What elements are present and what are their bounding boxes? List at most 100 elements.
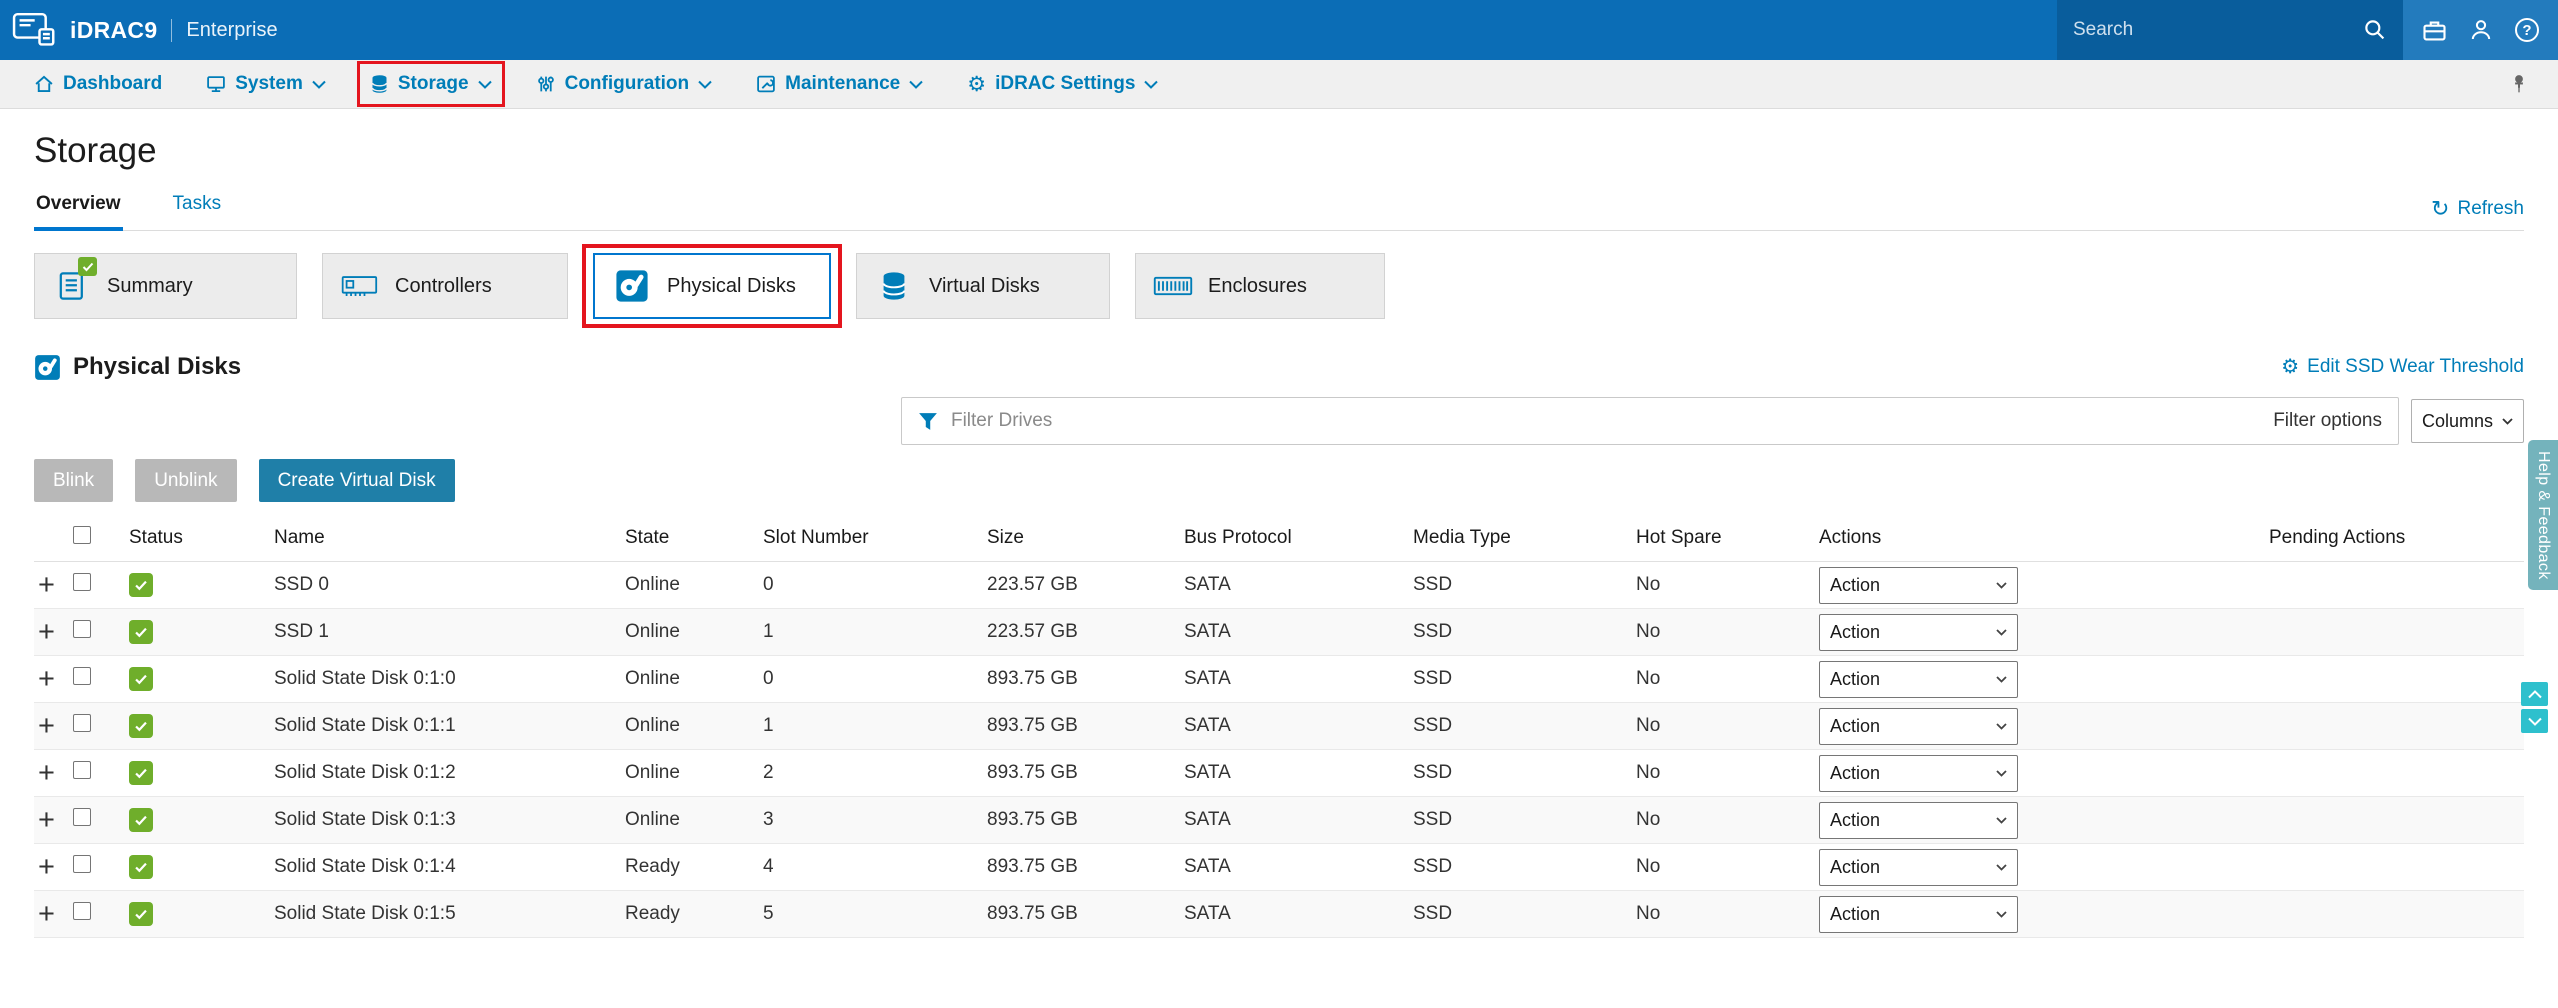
enclosure-icon — [1153, 274, 1193, 298]
filter-drives-input[interactable] — [950, 410, 2261, 432]
tab-tasks[interactable]: Tasks — [171, 187, 224, 230]
disk-media-type: SSD — [1413, 668, 1453, 689]
nav-system[interactable]: System — [206, 73, 326, 95]
action-select[interactable]: Action — [1819, 754, 2018, 792]
table-row: + Solid State Disk 0:1:2 Online 2 893.75… — [34, 750, 2524, 797]
scroll-up-button[interactable] — [2521, 682, 2548, 706]
scroll-down-button[interactable] — [2521, 709, 2548, 733]
chevron-down-icon — [1996, 722, 2007, 730]
disk-hot-spare: No — [1636, 762, 1661, 783]
row-checkbox[interactable] — [73, 573, 91, 591]
expand-row-button[interactable]: + — [34, 569, 59, 601]
card-label: Summary — [107, 274, 193, 297]
pin-icon[interactable] — [2510, 74, 2528, 94]
tab-overview[interactable]: Overview — [34, 187, 123, 231]
nav-configuration[interactable]: Configuration — [536, 73, 713, 95]
disk-slot-number: 0 — [763, 668, 774, 689]
row-checkbox[interactable] — [73, 808, 91, 826]
status-ok-icon — [129, 714, 153, 738]
section-header: Physical Disks ⚙ Edit SSD Wear Threshold — [34, 353, 2524, 381]
action-select[interactable]: Action — [1819, 848, 2018, 886]
action-select[interactable]: Action — [1819, 566, 2018, 604]
expand-row-button[interactable]: + — [34, 898, 59, 930]
card-virtual-disks[interactable]: Virtual Disks — [856, 253, 1110, 319]
expand-row-button[interactable]: + — [34, 616, 59, 648]
help-feedback-tab[interactable]: Help & Feedback — [2528, 440, 2558, 590]
disk-media-type: SSD — [1413, 621, 1453, 642]
card-label: Enclosures — [1208, 274, 1307, 297]
table-row: + Solid State Disk 0:1:0 Online 0 893.75… — [34, 656, 2524, 703]
expand-row-button[interactable]: + — [34, 804, 59, 836]
disk-slot-number: 1 — [763, 715, 774, 736]
columns-button[interactable]: Columns — [2410, 399, 2524, 443]
card-summary[interactable]: Summary — [34, 253, 297, 319]
expand-row-button[interactable]: + — [34, 710, 59, 742]
chevron-down-icon — [1996, 675, 2007, 683]
nav-storage[interactable]: Storage — [356, 61, 505, 107]
filter-row: Filter options Columns — [34, 397, 2524, 445]
table-header: Status Name State Slot Number Size Bus P… — [34, 514, 2524, 562]
chevron-down-icon — [312, 80, 326, 89]
chevron-down-icon — [1996, 816, 2007, 824]
disk-hot-spare: No — [1636, 574, 1661, 595]
status-ok-badge-icon — [78, 257, 97, 276]
scroll-chevrons — [2521, 682, 2548, 733]
action-select[interactable]: Action — [1819, 895, 2018, 933]
edit-ssd-wear-threshold-link[interactable]: ⚙ Edit SSD Wear Threshold — [2281, 356, 2524, 378]
disk-name: Solid State Disk 0:1:1 — [274, 715, 456, 736]
action-select[interactable]: Action — [1819, 613, 2018, 651]
table-toolbar: Blink Unblink Create Virtual Disk — [34, 459, 2524, 502]
row-checkbox[interactable] — [73, 714, 91, 732]
card-enclosures[interactable]: Enclosures — [1135, 253, 1385, 319]
action-select[interactable]: Action — [1819, 660, 2018, 698]
user-icon[interactable] — [2469, 18, 2493, 42]
expand-row-button[interactable]: + — [34, 851, 59, 883]
select-all-checkbox[interactable] — [73, 525, 91, 544]
physical-disk-icon — [34, 354, 61, 381]
global-search — [2057, 0, 2403, 60]
card-physical-disks[interactable]: Physical Disks — [582, 244, 842, 328]
briefcase-icon[interactable] — [2422, 18, 2447, 42]
action-select[interactable]: Action — [1819, 801, 2018, 839]
expand-row-button[interactable]: + — [34, 757, 59, 789]
row-checkbox[interactable] — [73, 902, 91, 920]
disk-state: Online — [625, 715, 680, 736]
nav-idrac-settings[interactable]: ⚙ iDRAC Settings — [967, 73, 1159, 95]
disk-media-type: SSD — [1413, 715, 1453, 736]
chevron-down-icon — [698, 80, 712, 89]
card-controllers[interactable]: Controllers — [322, 253, 568, 319]
disk-slot-number: 3 — [763, 809, 774, 830]
chevron-down-icon — [2502, 417, 2513, 425]
action-select[interactable]: Action — [1819, 707, 2018, 745]
disk-state: Online — [625, 762, 680, 783]
nav-dashboard[interactable]: Dashboard — [34, 73, 162, 95]
expand-row-button[interactable]: + — [34, 663, 59, 695]
help-icon[interactable]: ? — [2515, 18, 2539, 42]
refresh-button[interactable]: ↻ Refresh — [2431, 198, 2524, 220]
create-virtual-disk-button[interactable]: Create Virtual Disk — [258, 459, 455, 502]
search-icon[interactable] — [2363, 18, 2387, 42]
disk-bus-protocol: SATA — [1184, 903, 1231, 924]
row-checkbox[interactable] — [73, 620, 91, 638]
disk-state: Online — [625, 809, 680, 830]
disk-slot-number: 2 — [763, 762, 774, 783]
disk-bus-protocol: SATA — [1184, 762, 1231, 783]
col-name: Name — [274, 526, 325, 548]
row-checkbox[interactable] — [73, 667, 91, 685]
status-ok-icon — [129, 667, 153, 691]
row-checkbox[interactable] — [73, 761, 91, 779]
row-checkbox[interactable] — [73, 855, 91, 873]
search-input[interactable] — [2073, 19, 2353, 41]
disk-hot-spare: No — [1636, 668, 1661, 689]
filter-options-link[interactable]: Filter options — [2273, 410, 2382, 432]
blink-button[interactable]: Blink — [34, 459, 114, 502]
disk-media-type: SSD — [1413, 762, 1453, 783]
disk-name: Solid State Disk 0:1:4 — [274, 856, 456, 877]
unblink-button[interactable]: Unblink — [135, 459, 237, 502]
table-row: + Solid State Disk 0:1:3 Online 3 893.75… — [34, 797, 2524, 844]
nav-label: Storage — [397, 73, 469, 94]
status-ok-icon — [129, 761, 153, 785]
nav-maintenance[interactable]: Maintenance — [756, 73, 923, 95]
table-row: + Solid State Disk 0:1:5 Ready 5 893.75 … — [34, 891, 2524, 938]
disk-state: Online — [625, 668, 680, 689]
